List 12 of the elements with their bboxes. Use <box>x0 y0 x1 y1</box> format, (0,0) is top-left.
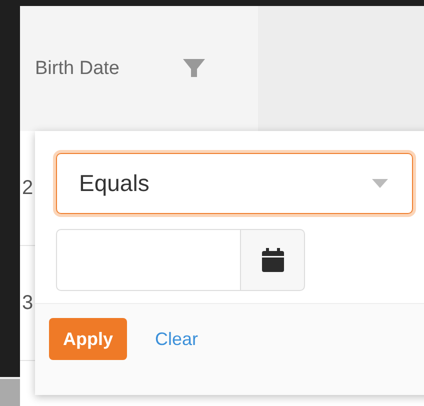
filter-icon[interactable] <box>183 58 205 78</box>
table-cell: 3 <box>22 292 34 314</box>
calendar-icon <box>262 248 284 272</box>
table-cell: 2 <box>22 176 34 200</box>
clear-link[interactable]: Clear <box>155 318 198 360</box>
caret-icon <box>372 179 388 188</box>
date-field[interactable] <box>56 229 241 291</box>
calendar-button[interactable] <box>241 229 305 291</box>
column-header[interactable]: Birth Date <box>35 58 183 80</box>
apply-button[interactable]: Apply <box>49 318 128 360</box>
operator-dropdown[interactable]: Equals <box>56 153 413 214</box>
panel-background <box>0 377 20 406</box>
